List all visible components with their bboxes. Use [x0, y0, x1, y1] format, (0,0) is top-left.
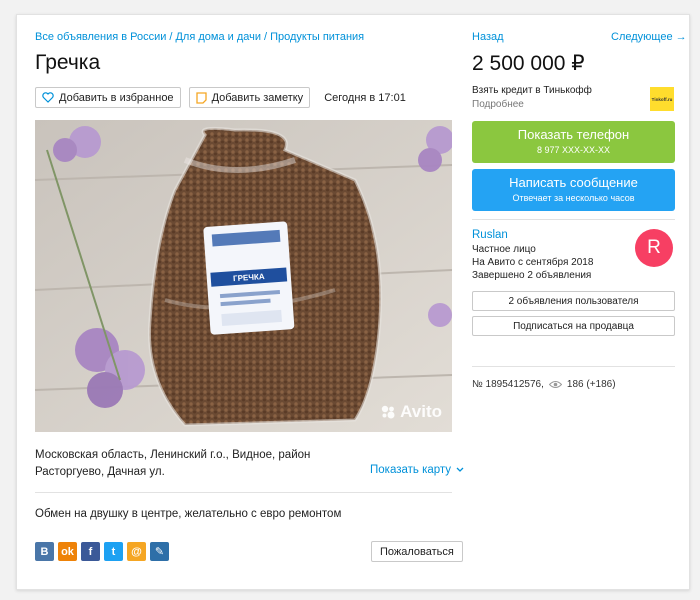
divider	[472, 219, 675, 220]
show-phone-label: Показать телефон	[517, 127, 630, 142]
page-title: Гречка	[35, 51, 101, 74]
vk-icon[interactable]: B	[35, 542, 54, 561]
price: 2 500 000 ₽	[472, 52, 585, 75]
seller-type: Частное лицо	[472, 244, 536, 255]
divider	[472, 366, 675, 367]
eye-icon	[548, 381, 562, 388]
response-time: Отвечает за несколько часов	[512, 193, 635, 203]
credit-offer[interactable]: Взять кредит в Тинькофф	[472, 85, 592, 96]
odnoklassniki-icon[interactable]: ok	[58, 542, 77, 561]
add-note-label: Добавить заметку	[211, 91, 304, 104]
write-message-label: Написать сообщение	[509, 175, 638, 190]
write-message-button[interactable]: Написать сообщение Отвечает за несколько…	[472, 169, 675, 211]
chevron-down-icon	[456, 467, 464, 472]
breadcrumb: Все объявления в России / Для дома и дачи /…	[35, 31, 364, 43]
seller-name-link[interactable]: Ruslan	[472, 229, 508, 241]
show-map-label: Показать карту	[370, 464, 452, 476]
next-link[interactable]: Следующее →	[611, 31, 687, 43]
mail-icon[interactable]: @	[127, 542, 146, 561]
breadcrumb-separator: /	[264, 31, 268, 43]
avito-logo-icon	[381, 405, 395, 419]
watermark-text: Avito	[400, 402, 442, 421]
seller-completed: Завершено 2 объявления	[472, 270, 592, 281]
photo-illustration: ГРЕЧКА	[35, 120, 452, 432]
back-link[interactable]: Назад	[472, 31, 504, 43]
heart-icon	[42, 92, 54, 103]
divider	[35, 492, 452, 493]
show-phone-button[interactable]: Показать телефон 8 977 XXX-XX-XX	[472, 121, 675, 163]
note-icon	[195, 91, 207, 104]
seller-since: На Авито с сентября 2018	[472, 257, 594, 268]
credit-more-link[interactable]: Подробнее	[472, 99, 524, 110]
facebook-icon[interactable]: f	[81, 542, 100, 561]
livejournal-icon[interactable]: ✎	[150, 542, 169, 561]
phone-mask: 8 977 XXX-XX-XX	[536, 145, 611, 155]
twitter-icon[interactable]: t	[104, 542, 123, 561]
views-count: 186 (+186)	[566, 379, 616, 390]
add-note-button[interactable]: Добавить заметку	[188, 87, 311, 108]
share-buttons: Bok f t @ ✎	[35, 542, 169, 561]
subscribe-seller-button[interactable]: Подписаться на продавца	[472, 316, 675, 336]
action-bar: Добавить в избранное Добавить заметку Се…	[35, 87, 406, 108]
description: Обмен на двушку в центре, желательно с е…	[35, 508, 342, 520]
add-favorite-label: Добавить в избранное	[59, 91, 174, 104]
listing-meta: № 1895412576, 186 (+186)	[472, 379, 616, 390]
listing-photo[interactable]: ГРЕЧКА Avito	[35, 120, 452, 432]
complain-button[interactable]: Пожаловаться	[371, 541, 463, 562]
tinkoff-logo[interactable]: Tinkoff.ru	[650, 87, 674, 111]
avatar[interactable]: R	[635, 229, 673, 267]
publish-date: Сегодня в 17:01	[324, 91, 406, 104]
add-favorite-button[interactable]: Добавить в избранное	[35, 87, 181, 108]
address: Московская область, Ленинский г.о., Видн…	[35, 449, 311, 478]
avito-watermark: Avito	[380, 402, 442, 422]
listing-card: Все объявления в России / Для дома и дачи /…	[16, 14, 690, 590]
user-ads-button[interactable]: 2 объявления пользователя	[472, 291, 675, 311]
breadcrumb-item-all[interactable]: Все объявления в России	[35, 31, 166, 43]
breadcrumb-separator: /	[169, 31, 173, 43]
show-map-link[interactable]: Показать карту	[370, 464, 464, 476]
listing-number: № 1895412576,	[472, 379, 544, 390]
breadcrumb-item-food[interactable]: Продукты питания	[270, 31, 364, 43]
breadcrumb-item-home[interactable]: Для дома и дачи	[175, 31, 261, 43]
